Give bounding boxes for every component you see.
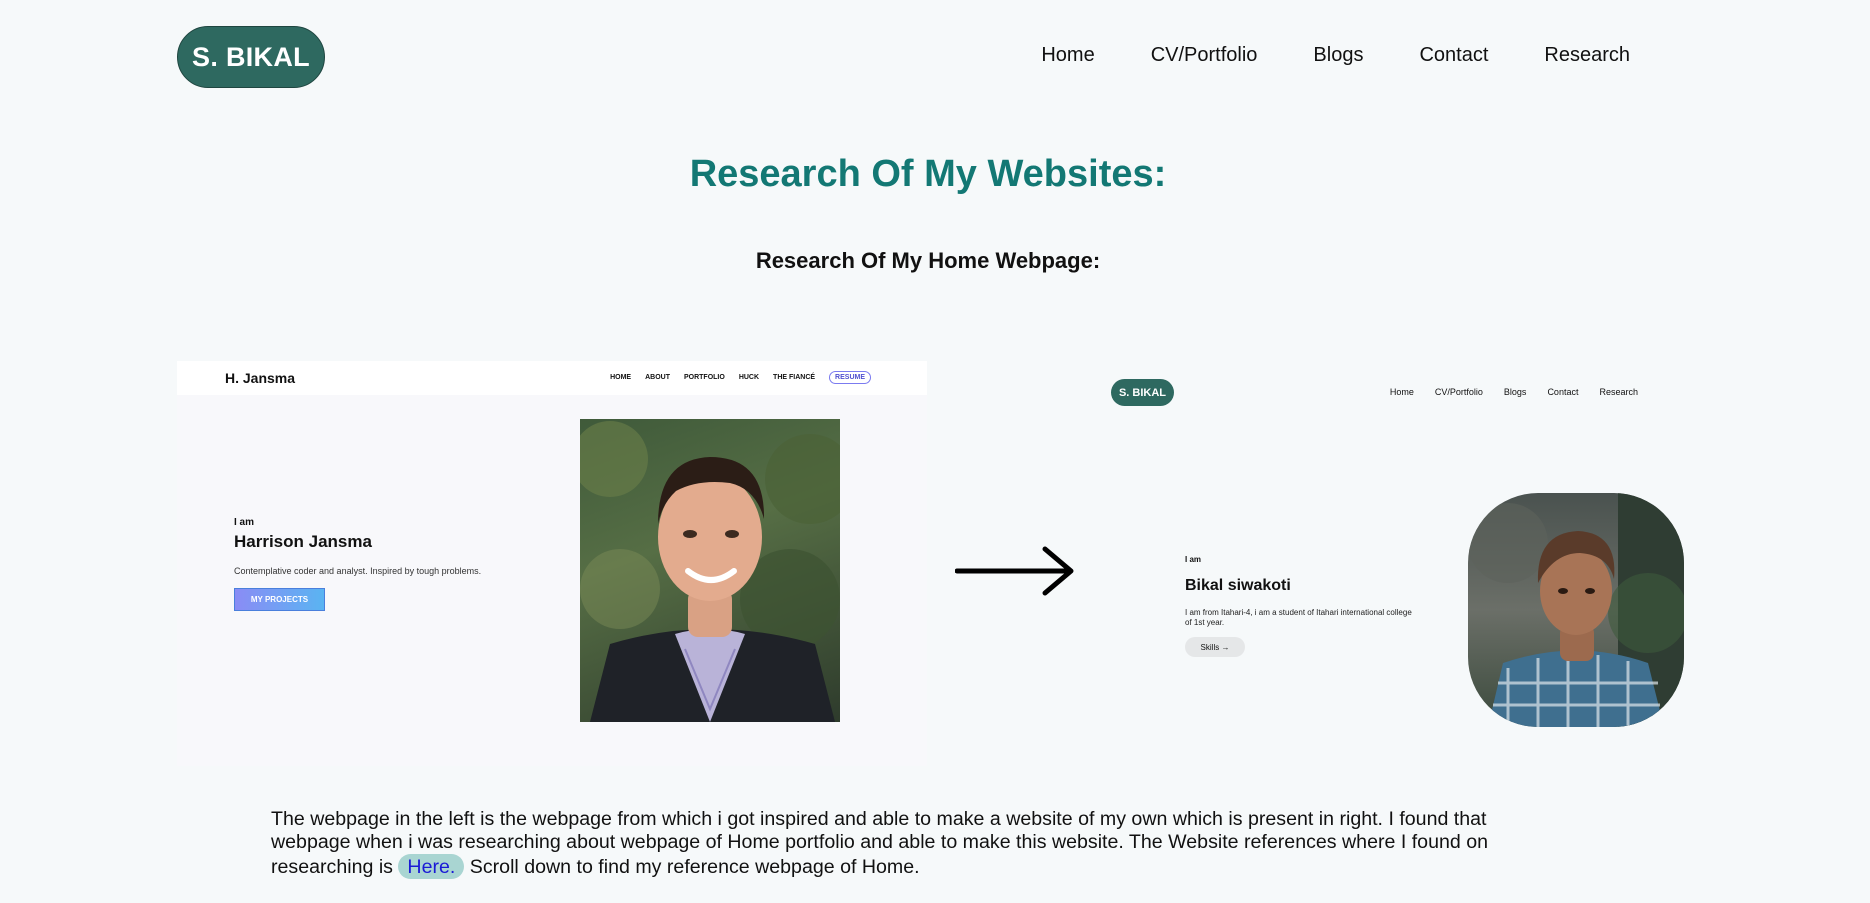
arrow-right-icon [954,545,1075,602]
reference-nav-item: HOME [610,374,632,381]
own-site-nav-item: Home [1389,387,1414,397]
own-site-screenshot: S. BIKAL Home CV/Portfolio Blogs Contact… [1100,361,1760,766]
nav-home[interactable]: Home [1041,44,1094,67]
reference-site-screenshot: H. Jansma HOME ABOUT PORTFOLIO HUCK THE … [177,361,927,766]
own-site-description: I am from Itahari-4, i am a student of I… [1185,608,1412,627]
own-site-skills-button: Skills → [1185,637,1245,657]
own-site-name: Bikal siwakoti [1185,577,1291,594]
description-text-end: Scroll down to find my reference webpage… [464,856,920,878]
reference-resume-badge: RESUME [829,371,871,384]
reference-projects-button: MY PROJECTS [234,588,325,611]
own-site-nav-item: Research [1599,387,1638,397]
reference-intro: I am [234,517,255,528]
nav-contact[interactable]: Contact [1419,44,1488,67]
reference-nav-item: THE FIANCÉ [773,374,816,381]
nav-cv-portfolio[interactable]: CV/Portfolio [1151,44,1258,67]
nav-blogs[interactable]: Blogs [1313,44,1363,67]
page-title: Research Of My Websites: [689,153,1167,195]
site-logo[interactable]: S. BIKAL [177,26,325,88]
own-site-nav-item: Blogs [1503,387,1527,397]
reference-tagline: Contemplative coder and analyst. Inspire… [234,566,482,576]
reference-nav-item: ABOUT [645,374,670,381]
own-site-nav-item: CV/Portfolio [1434,387,1483,397]
research-description: The webpage in the left is the webpage f… [271,808,1516,879]
reference-navbar: H. Jansma HOME ABOUT PORTFOLIO HUCK THE … [177,361,927,395]
reference-name: Harrison Jansma [234,532,372,551]
reference-brand: H. Jansma [225,370,296,386]
reference-portrait-photo [580,419,840,722]
reference-nav-links: HOME ABOUT PORTFOLIO HUCK THE FIANCÉ RES… [610,371,871,384]
section-subtitle: Research Of My Home Webpage: [755,248,1101,273]
own-site-intro: I am [1185,555,1202,564]
own-site-nav-item: Contact [1547,387,1579,397]
main-nav: Home CV/Portfolio Blogs Contact Research [1041,44,1630,67]
references-link[interactable]: Here. [398,854,465,879]
own-site-portrait-photo [1468,493,1684,727]
reference-nav-item: PORTFOLIO [683,374,725,381]
own-site-logo: S. BIKAL [1111,379,1174,406]
own-site-nav-links: Home CV/Portfolio Blogs Contact Research [1390,387,1638,397]
reference-nav-item: HUCK [738,374,760,381]
nav-research[interactable]: Research [1544,44,1630,67]
